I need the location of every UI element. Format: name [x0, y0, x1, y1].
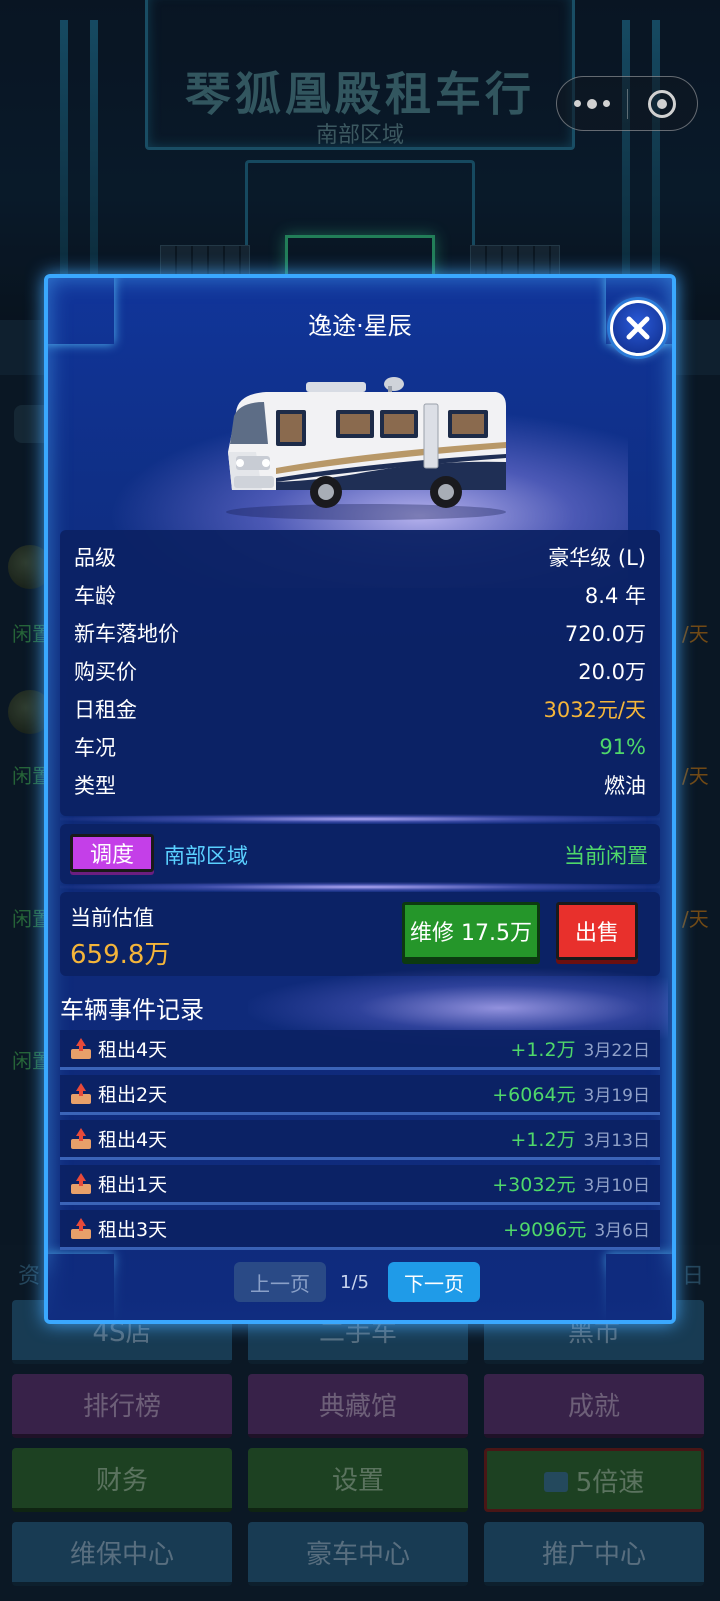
new-price-value: 720.0万: [564, 622, 646, 646]
dispatch-region: 南部区域: [164, 844, 248, 868]
dispatch-button[interactable]: 调度: [70, 834, 154, 872]
close-icon: [626, 316, 650, 340]
fuel-type-value: 燃油: [604, 774, 646, 798]
vehicle-info-panel: 品级 豪华级 (L) 车龄 8.4 年 新车落地价 720.0万 购买价 20.…: [60, 530, 660, 816]
event-row: 租出2天 +6064元 3月19日: [60, 1075, 660, 1115]
repair-button[interactable]: 维修 17.5万: [402, 902, 540, 960]
rent-out-icon: [70, 1127, 92, 1150]
purchase-price-value: 20.0万: [578, 660, 646, 684]
event-row: 租出1天 +3032元 3月10日: [60, 1165, 660, 1205]
prev-page-button[interactable]: 上一页: [234, 1262, 326, 1302]
valuation-label: 当前估值: [70, 906, 154, 930]
event-row: 租出4天 +1.2万 3月22日: [60, 1030, 660, 1070]
rent-out-icon: [70, 1082, 92, 1105]
rent-out-icon: [70, 1172, 92, 1195]
valuation-value: 659.8万: [70, 940, 171, 970]
next-page-button[interactable]: 下一页: [388, 1262, 480, 1302]
info-row-daily-rent: 日租金 3032元/天: [74, 692, 646, 726]
info-row-age: 车龄 8.4 年: [74, 578, 646, 612]
pagination: 上一页 1/5 下一页: [48, 1262, 672, 1302]
daily-rent-value: 3032元/天: [543, 698, 646, 722]
event-row: 租出4天 +1.2万 3月13日: [60, 1120, 660, 1160]
info-row-type: 类型 燃油: [74, 768, 646, 802]
sell-button[interactable]: 出售: [556, 902, 638, 960]
vehicle-name: 逸途·星辰: [308, 312, 412, 340]
rent-out-icon: [70, 1037, 92, 1060]
divider: [60, 814, 660, 824]
page-indicator: 1/5: [340, 1272, 369, 1293]
info-row-new-price: 新车落地价 720.0万: [74, 616, 646, 650]
condition-value: 91%: [599, 735, 646, 759]
rent-out-icon: [70, 1217, 92, 1240]
valuation-panel: 当前估值 659.8万 维修 17.5万 出售: [60, 892, 660, 976]
info-row-condition: 车况 91%: [74, 735, 646, 760]
events-title: 车辆事件记录: [60, 996, 204, 1024]
info-row-grade: 品级 豪华级 (L): [74, 540, 646, 574]
vehicle-detail-modal: 逸途·星辰 品级 豪华级 (L) 车龄 8.4 年 新车落地价 720.0万 购…: [44, 274, 676, 1324]
close-button[interactable]: [610, 300, 666, 356]
info-row-purchase-price: 购买价 20.0万: [74, 654, 646, 688]
event-row: 租出3天 +9096元 3月6日: [60, 1210, 660, 1250]
dispatch-panel: 调度 南部区域 当前闲置: [60, 824, 660, 884]
grade-value: 豪华级 (L): [548, 546, 646, 570]
divider: [60, 882, 660, 892]
status-badge: 当前闲置: [564, 844, 648, 868]
rv-motorhome-icon: [226, 377, 506, 520]
age-value: 8.4 年: [584, 584, 646, 608]
